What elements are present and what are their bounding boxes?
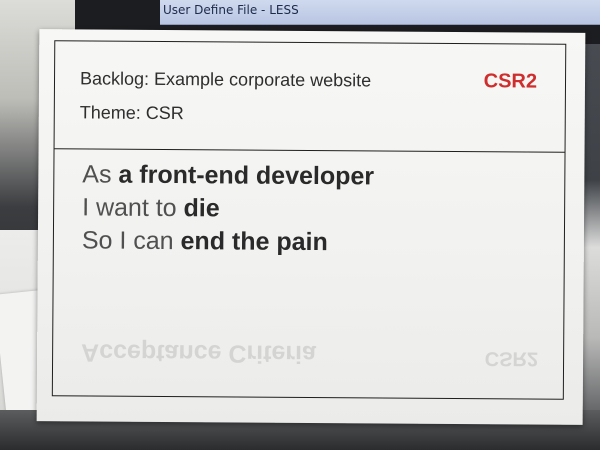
acceptance-criteria-ghost: Acceptance Criteria [81, 338, 317, 369]
show-through-text: Acceptance Criteria CSR2 [53, 336, 563, 370]
story-line-benefit: So I can end the pain [82, 224, 374, 259]
story-line-want: I want to die [82, 191, 374, 226]
window-title-bar[interactable]: User Define File - LESS [160, 0, 600, 25]
card-divider [54, 148, 565, 153]
story-benefit-prefix: So I can [81, 226, 181, 256]
card-frame: Backlog: Example corporate website CSR2 … [51, 40, 567, 400]
story-want: die [183, 194, 220, 223]
story-id-ghost: CSR2 [484, 347, 539, 370]
user-story: As a front-end developer I want to die S… [82, 158, 374, 259]
story-card: Backlog: Example corporate website CSR2 … [36, 29, 586, 425]
story-benefit: end the pain [180, 227, 328, 257]
story-id-badge: CSR2 [483, 70, 538, 93]
window-title: User Define File - LESS [163, 3, 299, 17]
story-role-prefix: As [82, 160, 119, 189]
story-line-role: As a front-end developer [82, 158, 374, 193]
story-want-prefix: I want to [82, 193, 184, 223]
theme-label: Theme: CSR [79, 102, 184, 124]
story-role: a front-end developer [118, 160, 375, 191]
backlog-label: Backlog: Example corporate website [79, 68, 372, 91]
